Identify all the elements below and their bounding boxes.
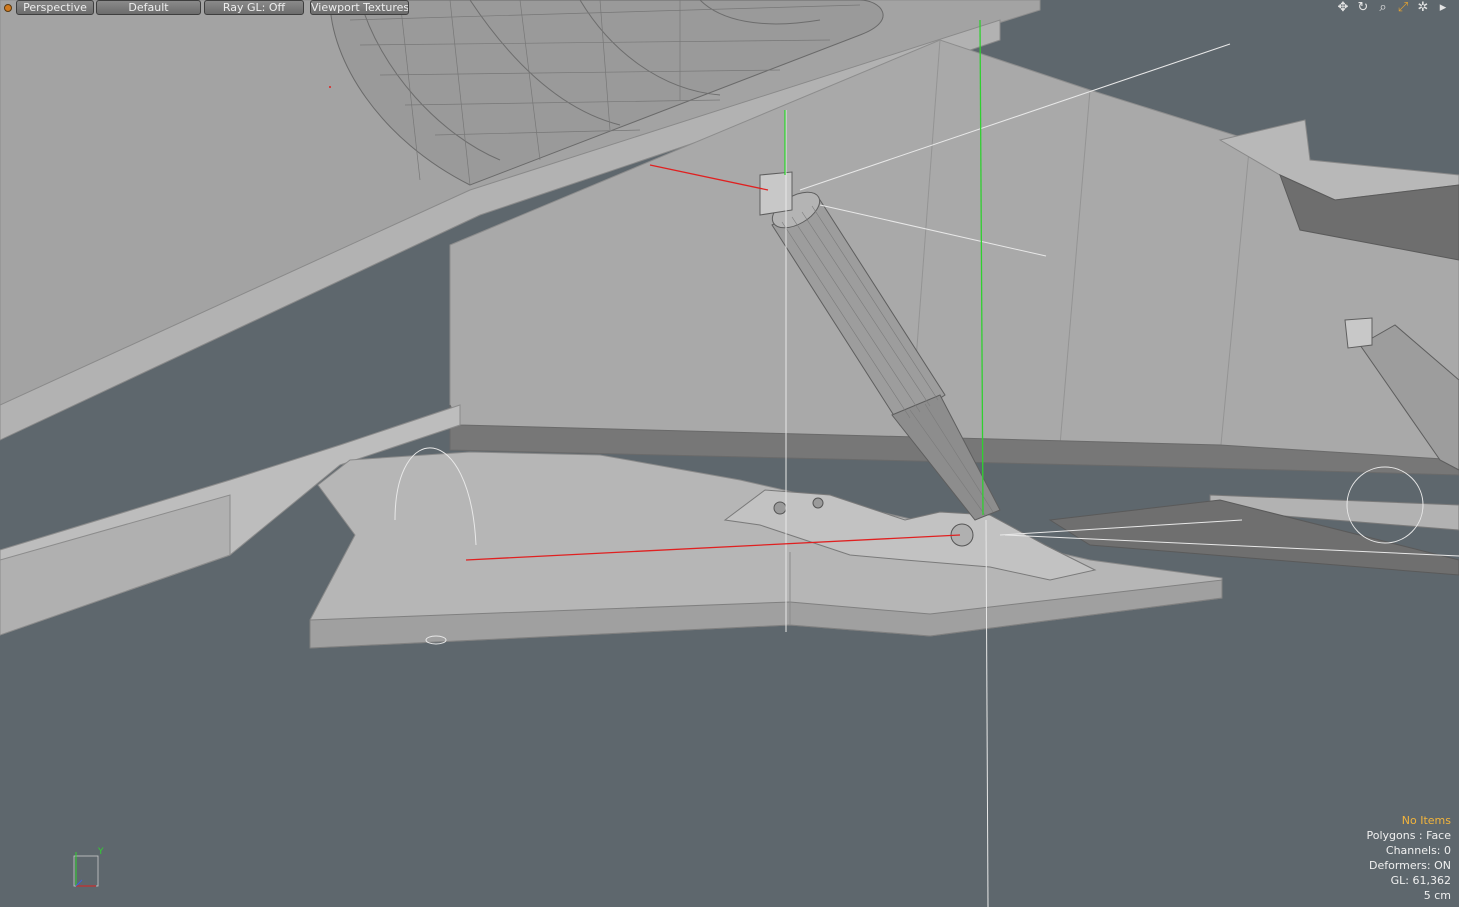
viewport-toolbar: Perspective Default Ray GL: Off Viewport… xyxy=(0,0,1459,15)
selection-status: No Items xyxy=(1401,814,1451,827)
raygl-toggle[interactable]: Ray GL: Off xyxy=(204,0,304,15)
channels-count: Channels: 0 xyxy=(1385,844,1451,857)
selection-mode: Polygons : Face xyxy=(1366,829,1451,842)
viewport-info-overlay: No Items Polygons : Face Channels: 0 Def… xyxy=(1366,813,1451,903)
hinge-pin-2 xyxy=(812,497,824,509)
scene-render[interactable] xyxy=(0,0,1459,907)
view-type-menu[interactable]: Perspective xyxy=(16,0,94,15)
grid-size: 5 cm xyxy=(1423,889,1451,902)
3d-viewport[interactable]: Perspective Default Ray GL: Off Viewport… xyxy=(0,0,1459,907)
deformers-status: Deformers: ON xyxy=(1369,859,1451,872)
move-view-icon[interactable]: ✥ xyxy=(1335,0,1351,15)
axis-y-label: Y xyxy=(97,847,104,857)
expand-arrow-icon[interactable]: ▸ xyxy=(1435,0,1451,15)
gl-polygon-count: GL: 61,362 xyxy=(1390,874,1451,887)
viewport-menu-dot[interactable] xyxy=(4,4,12,12)
hinge-pin-1 xyxy=(773,501,787,515)
viewport-textures-toggle[interactable]: Viewport Textures xyxy=(310,0,409,15)
rotate-view-icon[interactable]: ↻ xyxy=(1355,0,1371,15)
axis-orientation-gizmo: Y xyxy=(73,847,104,887)
maximize-view-icon[interactable]: ⤢ xyxy=(1395,0,1411,15)
settings-icon[interactable]: ✲ xyxy=(1415,0,1431,15)
shading-style-menu[interactable]: Default xyxy=(96,0,201,15)
viewport-navigation-icons: ✥ ↻ ⌕ ⤢ ✲ ▸ xyxy=(1335,0,1451,15)
zoom-view-icon[interactable]: ⌕ xyxy=(1375,0,1391,15)
